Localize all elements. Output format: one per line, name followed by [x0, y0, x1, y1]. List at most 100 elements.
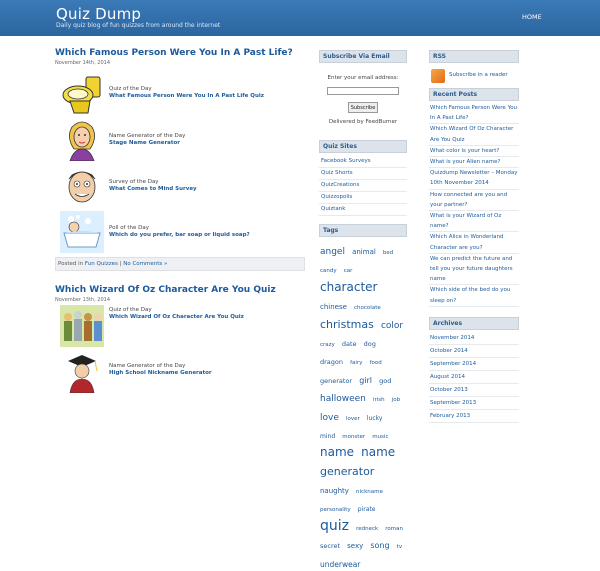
oz-characters-icon[interactable] [60, 305, 104, 347]
tag-link[interactable]: candy [320, 268, 337, 274]
tags-widget-title: Tags [319, 224, 407, 237]
item-link[interactable]: Which Wizard Of Oz Character Are You Qui… [109, 314, 244, 321]
tag-link[interactable]: fairy [350, 360, 362, 366]
item-category: Name Generator of the Day [109, 363, 186, 369]
recent-post-link[interactable]: How connected are you and your partner? [429, 190, 519, 212]
woman-portrait-icon[interactable] [60, 119, 104, 161]
tag-link[interactable]: dog [364, 340, 376, 348]
recent-post-link[interactable]: Which Famous Person Were You In A Past L… [429, 103, 519, 125]
tag-link[interactable]: underwear [320, 560, 360, 569]
tag-link[interactable]: car [344, 268, 353, 274]
recent-post-link[interactable]: Which Alice in Wonderland Character are … [429, 232, 519, 254]
tag-link[interactable]: food [370, 360, 382, 366]
item-category: Name Generator of the Day [109, 133, 186, 139]
tag-link[interactable]: love [320, 413, 339, 423]
tag-link[interactable]: name [361, 445, 395, 459]
tag-link[interactable]: music [372, 434, 388, 440]
tag-link[interactable]: pirate [358, 506, 376, 514]
quiz-site-link[interactable]: Facebook Surveys [319, 156, 407, 168]
quiz-sites-title: Quiz Sites [319, 140, 407, 153]
item-link[interactable]: What Comes to Mind Survey [109, 186, 197, 193]
meta-category-link[interactable]: Fun Quizzes [85, 261, 118, 267]
archive-link[interactable]: September 2013 [429, 397, 519, 410]
meta-prefix: Posted in [58, 261, 84, 267]
recent-post-link[interactable]: Quizdump Newsletter – Monday 10th Novemb… [429, 168, 519, 190]
meta-comments-link[interactable]: No Comments » [123, 261, 167, 267]
meta-separator: | [119, 261, 122, 267]
tag-link[interactable]: mind [320, 433, 335, 440]
item-link[interactable]: What Famous Person Were You In A Past Li… [109, 93, 264, 100]
tag-link[interactable]: quiz [320, 518, 349, 534]
tag-link[interactable]: redneck [356, 526, 378, 532]
tag-link[interactable]: personality [320, 507, 351, 513]
nav-home-link[interactable]: HOME [522, 13, 542, 21]
tag-link[interactable]: dragon [320, 358, 343, 366]
post-title[interactable]: Which Wizard Of Oz Character Are You Qui… [55, 285, 305, 296]
archive-link[interactable]: October 2014 [429, 345, 519, 358]
post: Which Wizard Of Oz Character Are You Qui… [55, 285, 305, 397]
recent-post-link[interactable]: What is your Alien name? [429, 157, 519, 169]
tag-link[interactable]: naughty [320, 487, 349, 495]
tag-link[interactable]: nickname [356, 489, 383, 495]
item-link[interactable]: Which do you prefer, bar soap or liquid … [109, 232, 250, 239]
tag-link[interactable]: bed [383, 250, 393, 256]
graduate-icon[interactable] [60, 351, 104, 393]
tag-link[interactable]: irish [373, 397, 385, 403]
tag-link[interactable]: date [342, 340, 357, 348]
quiz-site-link[interactable]: QuizCreations [319, 180, 407, 192]
tag-link[interactable]: color [381, 321, 403, 331]
quiz-site-link[interactable]: Quiztank [319, 204, 407, 216]
post-title[interactable]: Which Famous Person Were You In A Past L… [55, 48, 305, 59]
tag-link[interactable]: character [320, 280, 377, 294]
tag-link[interactable]: crazy [320, 342, 335, 348]
tag-link[interactable]: name [320, 445, 354, 459]
recent-post-link[interactable]: Which side of the bed do you sleep on? [429, 285, 519, 307]
tag-link[interactable]: christmas [320, 318, 374, 331]
recent-posts-title: Recent Posts [429, 88, 519, 101]
archive-link[interactable]: September 2014 [429, 358, 519, 371]
tag-link[interactable]: animal [352, 248, 376, 256]
email-input[interactable] [327, 87, 399, 95]
tag-link[interactable]: secret [320, 542, 340, 550]
archive-link[interactable]: August 2014 [429, 371, 519, 384]
tag-link[interactable]: girl [359, 376, 372, 385]
quiz-site-link[interactable]: Quiz Shorts [319, 168, 407, 180]
subscribe-in-reader-link[interactable]: Subscribe in a reader [449, 72, 508, 78]
tag-link[interactable]: roman [385, 526, 403, 532]
recent-post-link[interactable]: What is your Wizard of Oz name? [429, 211, 519, 233]
archive-link[interactable]: November 2014 [429, 332, 519, 345]
tag-link[interactable]: angel [320, 247, 345, 257]
cartoon-face-icon[interactable] [60, 165, 104, 207]
rss-feed-icon[interactable] [431, 69, 445, 83]
archive-link[interactable]: October 2013 [429, 384, 519, 397]
tag-link[interactable]: chinese [320, 303, 347, 311]
item-category: Quiz of the Day [109, 307, 152, 313]
tag-link[interactable]: lucky [367, 415, 383, 422]
recent-post-link[interactable]: Which Wizard Of Oz Character Are You Qui… [429, 124, 519, 146]
tag-link[interactable]: chocolate [354, 305, 381, 311]
toilet-icon[interactable] [60, 73, 104, 115]
archives-list: November 2014 October 2014 September 201… [429, 332, 519, 423]
archive-link[interactable]: February 2013 [429, 410, 519, 423]
tag-link[interactable]: job [392, 397, 400, 403]
tag-link[interactable]: generator [320, 377, 352, 385]
delivered-by-feedburner[interactable]: Delivered by FeedBurner [319, 119, 407, 125]
tag-link[interactable]: sexy [347, 542, 363, 550]
recent-post-link[interactable]: We can predict the future and tell you y… [429, 254, 519, 286]
tag-link[interactable]: generator [320, 465, 374, 478]
recent-post-link[interactable]: What color is your heart? [429, 146, 519, 158]
recent-posts-list: Which Famous Person Were You In A Past L… [429, 103, 519, 307]
quiz-site-link[interactable]: Quizzopolis [319, 192, 407, 204]
site-title[interactable]: Quiz Dump [56, 5, 141, 23]
bathtub-icon[interactable] [60, 211, 104, 253]
item-link[interactable]: Stage Name Generator [109, 140, 185, 147]
tag-link[interactable]: halloween [320, 394, 366, 404]
subscribe-button[interactable]: Subscribe [348, 102, 378, 113]
tag-link[interactable]: tv [397, 544, 402, 550]
tag-link[interactable]: monster [342, 434, 365, 440]
item-link[interactable]: High School Nickname Generator [109, 370, 212, 377]
item-category: Poll of the Day [109, 225, 149, 231]
tag-link[interactable]: god [379, 377, 391, 385]
tag-link[interactable]: song [370, 541, 389, 550]
tag-link[interactable]: lover [346, 416, 360, 422]
